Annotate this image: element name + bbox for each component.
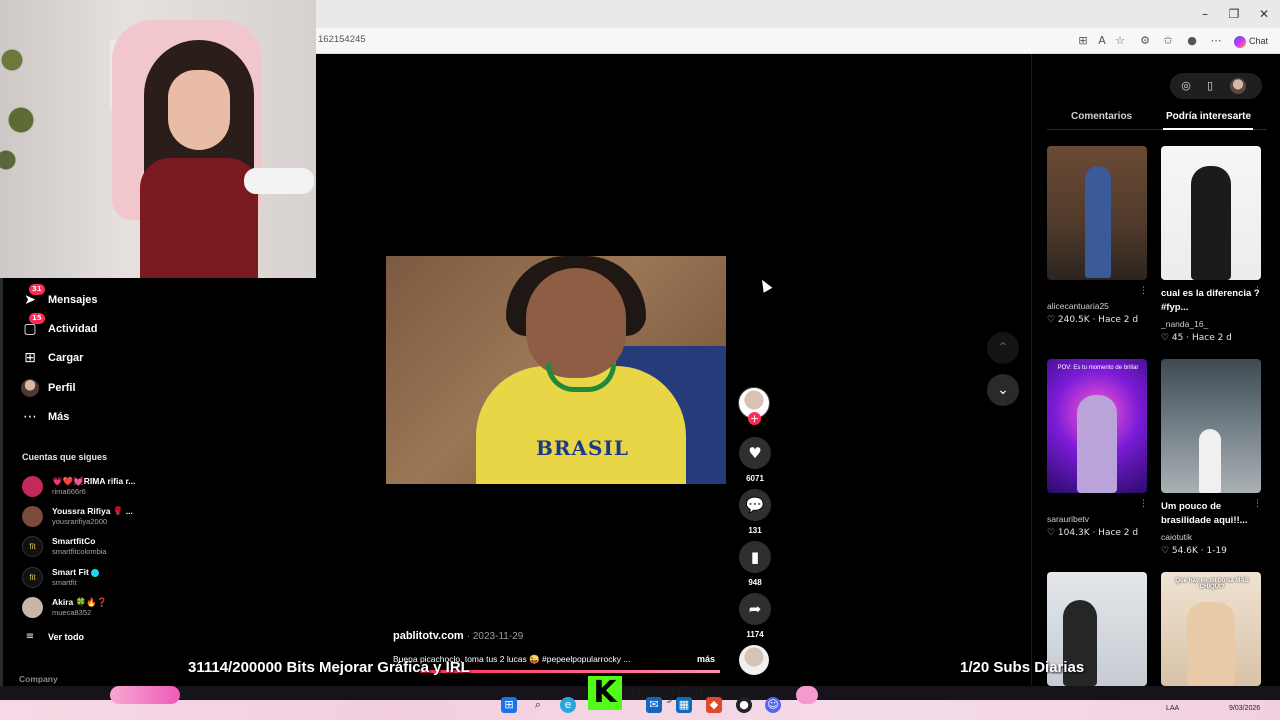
sidebar-item-actividad[interactable]: ▢ 15 Actividad	[21, 313, 98, 340]
video-thumbnail[interactable]	[1161, 359, 1261, 493]
outlook-icon[interactable]: ✉	[646, 697, 662, 713]
system-clock[interactable]: 9/03/2026	[1229, 705, 1260, 712]
edge-icon[interactable]: e	[560, 697, 576, 713]
share-count: 1174	[746, 630, 764, 639]
right-panel: ◎ ▯ Comentarios Podría interesarte ⋮ ali…	[1031, 54, 1280, 686]
more-button[interactable]: más	[697, 654, 715, 664]
chevron-up-icon: ⌃	[997, 340, 1009, 356]
video-date: · 2023-11-29	[466, 631, 524, 642]
bits-goal-text: 31114/200000 Bits Mejorar Gráfica y IRL	[188, 659, 470, 676]
more-icon[interactable]: ⋮	[1139, 499, 1148, 509]
sidebar-item-mensajes[interactable]: ➤ 31 Mensajes	[21, 284, 98, 311]
decor-pill	[796, 686, 818, 704]
inbox-icon: ▢ 15	[21, 313, 45, 338]
more-icon: ⋯	[23, 409, 37, 425]
tab-podria-interesarte[interactable]: Podría interesarte	[1166, 111, 1251, 122]
streamer-webcam	[0, 0, 316, 278]
save-count: 948	[748, 578, 762, 587]
url-text[interactable]: 162154245	[318, 34, 366, 45]
follow-plus-icon[interactable]: +	[748, 412, 761, 425]
avatar	[21, 379, 39, 397]
active-tab-indicator	[1163, 128, 1253, 130]
subs-goal-text: 1/20 Subs Diarias	[960, 659, 1085, 676]
sidebar-item-mas[interactable]: ⋯ Más	[21, 406, 69, 428]
share-icon: ➦	[748, 600, 762, 618]
send-icon: ➤ 31	[21, 284, 45, 309]
music-disc-icon[interactable]	[739, 645, 769, 675]
following-title: Cuentas que sigues	[22, 452, 108, 462]
restore-icon[interactable]: ❐	[1219, 4, 1249, 24]
smartfit-logo: fit	[22, 536, 43, 557]
comment-button[interactable]: 💬	[739, 489, 771, 521]
windows-start-icon[interactable]: ⊞	[501, 697, 517, 713]
see-all-link[interactable]: ≡ Ver todo	[21, 626, 84, 648]
heart-icon: ♥	[748, 444, 762, 462]
tiktok-sidebar: ➤ 31 Mensajes ▢ 15 Actividad ⊞ Cargar Perf…	[0, 278, 165, 686]
profile-icon[interactable]: ●	[1184, 33, 1200, 49]
comment-icon: 💬	[745, 496, 765, 514]
extensions-icon[interactable]: ⚙	[1137, 33, 1153, 49]
bookmark-icon: ▮	[750, 548, 760, 566]
app-icon[interactable]: ⊞	[1075, 33, 1091, 49]
obs-icon[interactable]: ●	[736, 697, 752, 713]
video-thumbnail[interactable]: POV: Es tu momento de brillar	[1047, 359, 1147, 493]
next-video-button[interactable]: ⌄	[987, 374, 1019, 406]
screen: – ❐ ✕ 162154245 ⊞ A ☆ ⚙ ✩ ● ⋯ Chat ➤ 31 M…	[0, 0, 1280, 720]
brave-icon[interactable]: ◆	[706, 697, 722, 713]
favorites-bar-icon[interactable]: ✩	[1160, 33, 1176, 49]
language-indicator[interactable]: LAA	[1166, 705, 1179, 712]
mouse-cursor-icon	[757, 277, 773, 293]
video-author[interactable]: pablitotv.com · 2023-11-29	[393, 630, 523, 642]
kick-logo: K	[588, 676, 622, 710]
video-thumbnail[interactable]	[1047, 146, 1147, 280]
smartfit-logo: fit	[22, 567, 43, 588]
messages-badge: 31	[29, 284, 45, 295]
video-player[interactable]: BRASIL	[386, 256, 726, 484]
minimize-icon[interactable]: –	[1190, 4, 1220, 24]
avatar[interactable]	[1230, 78, 1246, 94]
avatar	[22, 597, 43, 618]
following-account[interactable]: fit Smart Fit smartfit	[22, 565, 162, 589]
more-icon[interactable]: ⋮	[1139, 286, 1148, 296]
discord-icon[interactable]: ☺	[765, 697, 781, 713]
company-link[interactable]: Company	[19, 674, 58, 684]
save-button[interactable]: ▮	[739, 541, 771, 573]
following-account[interactable]: Akira 🍀🔥❓ mueca8352	[22, 595, 162, 619]
previous-video-button[interactable]: ⌃	[987, 332, 1019, 364]
decor-pill	[110, 686, 180, 704]
video-thumbnail[interactable]	[1161, 146, 1261, 280]
list-icon: ≡	[25, 631, 35, 642]
copilot-chat-button[interactable]: Chat	[1234, 33, 1268, 49]
tab-comentarios[interactable]: Comentarios	[1071, 111, 1132, 122]
search-icon[interactable]: ⌕	[530, 697, 546, 713]
comment-count: 131	[748, 526, 762, 535]
following-account[interactable]: 💗❤️💓RIMA rifia r... rima666r6	[22, 474, 162, 498]
favorite-icon[interactable]: ☆	[1112, 33, 1128, 49]
share-button[interactable]: ➦	[739, 593, 771, 625]
following-account[interactable]: Youssra Rifiya 🌹 ... yousrarifiya2000	[22, 504, 162, 528]
panel-toolbar: ◎ ▯	[1170, 73, 1262, 99]
video-thumbnail[interactable]: Qué hay en mi bolsa MÁS CHIQUI?	[1161, 572, 1261, 686]
sidebar-item-cargar[interactable]: ⊞ Cargar	[21, 347, 83, 369]
device-icon[interactable]: ▯	[1202, 78, 1218, 94]
store-icon[interactable]: ▦	[676, 697, 692, 713]
verified-icon	[91, 568, 100, 577]
following-account[interactable]: fit SmartfitCo smartfitcolombia	[22, 534, 162, 558]
chevron-down-icon: ⌄	[997, 382, 1009, 398]
like-count: 6071	[746, 474, 764, 483]
close-icon[interactable]: ✕	[1249, 4, 1279, 24]
avatar	[22, 506, 43, 527]
translate-icon[interactable]: A	[1094, 33, 1110, 49]
sidebar-item-perfil[interactable]: Perfil	[21, 377, 76, 399]
copilot-icon	[1234, 35, 1246, 48]
more-icon[interactable]: ⋯	[1208, 33, 1224, 49]
avatar	[22, 476, 43, 497]
like-button[interactable]: ♥	[739, 437, 771, 469]
compass-icon[interactable]: ◎	[1178, 78, 1194, 94]
activity-badge: 15	[29, 313, 45, 324]
upload-icon: ⊞	[24, 350, 36, 366]
jersey-text: BRASIL	[536, 436, 629, 460]
